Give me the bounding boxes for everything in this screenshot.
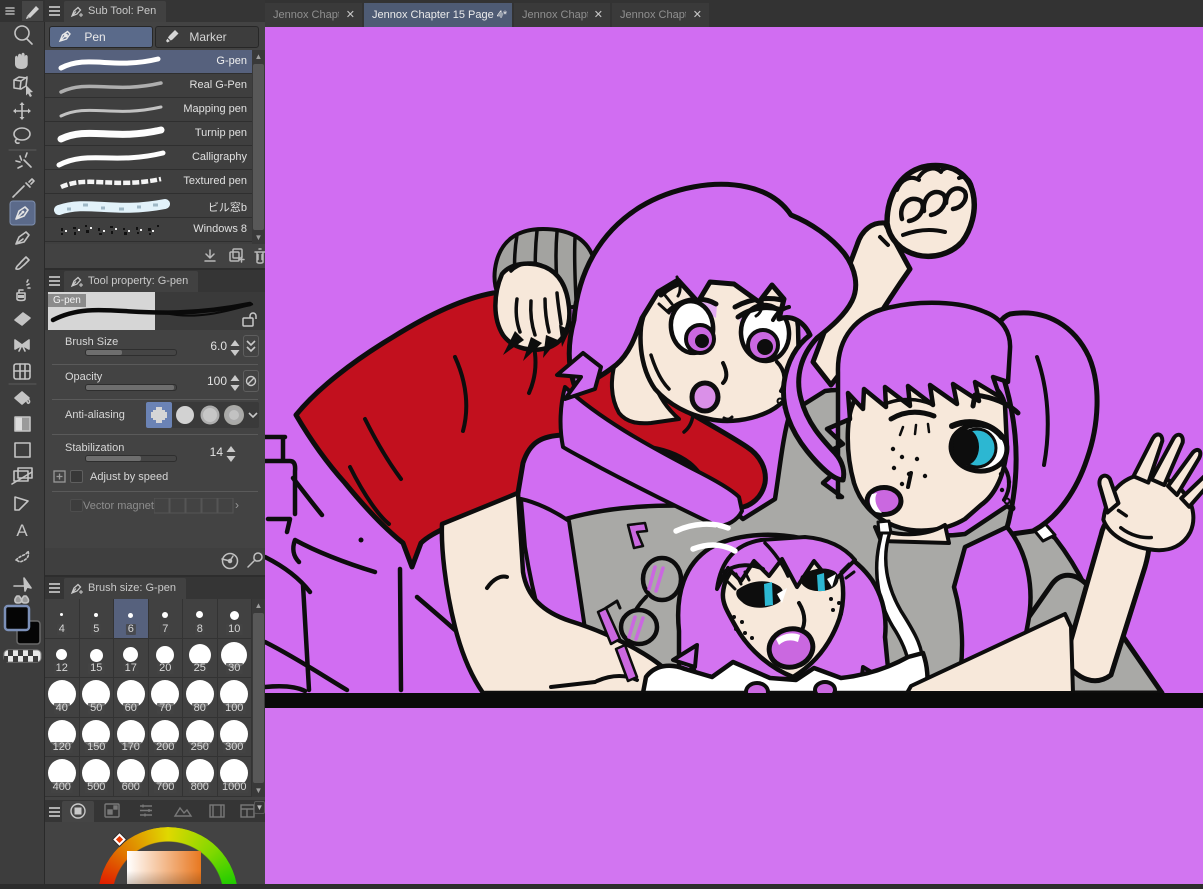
svg-text:A: A	[16, 521, 28, 540]
